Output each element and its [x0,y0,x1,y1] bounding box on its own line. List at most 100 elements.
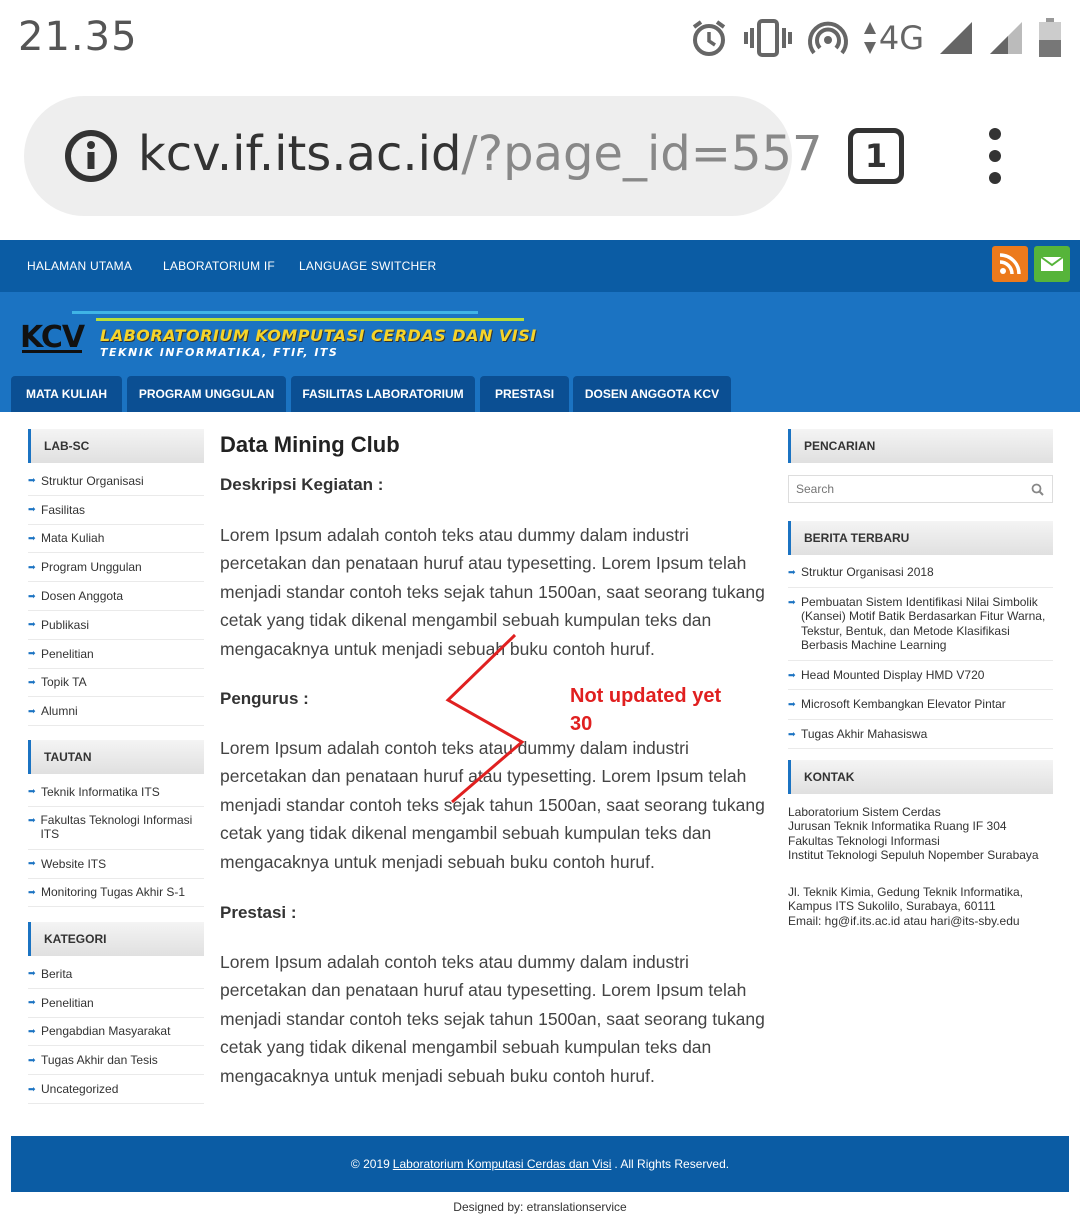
annotation-line: Not updated yet [570,685,722,707]
nav-halaman-utama[interactable]: HALAMAN UTAMA [27,259,132,273]
mail-icon [1040,256,1064,271]
list-item[interactable]: ➡ Pengabdian Masyarakat [28,1018,204,1047]
list-item[interactable]: ➡ Teknik Informatika ITS [28,778,204,807]
news-item[interactable]: ➡ Microsoft Kembangkan Elevator Pintar [788,690,1053,720]
list-item-label: Topik TA [41,675,87,690]
site-footer: © 2019 Laboratorium Komputasi Cerdas dan… [11,1136,1069,1192]
arrow-icon: ➡ [28,858,36,869]
main-navigation: MATA KULIAH PROGRAM UNGGULAN FASILITAS L… [0,376,1080,412]
section-heading-deskripsi: Deskripsi Kegiatan : [220,475,384,494]
url-host: kcv.if.its.ac.id [138,126,462,182]
arrow-icon: ➡ [28,814,36,825]
top-navigation: HALAMAN UTAMA LABORATORIUM IF LANGUAGE S… [0,240,1080,292]
list-item[interactable]: ➡ Publikasi [28,611,204,640]
arrow-icon: ➡ [28,676,36,687]
list-item[interactable]: ➡ Struktur Organisasi [28,467,204,496]
contact-line: Email: hg@if.its.ac.id atau hari@its-sby… [788,913,1020,928]
arrow-icon: ➡ [28,532,36,543]
list-item-label: Pengabdian Masyarakat [41,1024,171,1039]
rss-button[interactable] [992,246,1028,282]
arrow-icon: ➡ [28,997,36,1008]
list-item[interactable]: ➡ Tugas Akhir dan Tesis [28,1046,204,1076]
tab-program-unggulan[interactable]: PROGRAM UNGGULAN [127,376,286,412]
arrow-icon: ➡ [28,705,36,716]
arrow-icon: ➡ [28,561,36,572]
list-item-label: Alumni [41,704,78,719]
news-item[interactable]: ➡ Head Mounted Display HMD V720 [788,661,1053,690]
list-item[interactable]: ➡ Topik TA [28,669,204,698]
contact-line: Jurusan Teknik Informatika Ruang IF 304 [788,819,1007,834]
list-item[interactable]: ➡ Program Unggulan [28,553,204,583]
site-title[interactable]: LABORATORIUM KOMPUTASI CERDAS DAN VISI [100,326,537,345]
news-item-label: Tugas Akhir Mahasiswa [801,726,928,741]
list-item[interactable]: ➡ Fasilitas [28,496,204,525]
news-item-label: Microsoft Kembangkan Elevator Pintar [801,697,1006,711]
nav-laboratorium-if[interactable]: LABORATORIUM IF [163,259,275,273]
overflow-menu-button[interactable] [980,128,1010,184]
news-item-label: Head Mounted Display HMD V720 [801,667,985,682]
list-item[interactable]: ➡ Berita [28,960,204,989]
list-item[interactable]: ➡ Website ITS [28,850,204,879]
copyright-suffix: . All Rights Reserved. [614,1157,730,1171]
contact-location: Jl. Teknik Kimia, Gedung Teknik Informat… [788,885,1053,928]
list-item[interactable]: ➡ Penelitian [28,640,204,669]
widget-title-pencarian: PENCARIAN [788,429,1053,463]
arrow-icon: ➡ [28,1054,36,1065]
designed-by: Designed by: etranslationservice [453,1200,627,1214]
news-item[interactable]: ➡ Tugas Akhir Mahasiswa [788,720,1053,749]
tab-dosen-anggota-kcv[interactable]: DOSEN ANGGOTA KCV [573,376,731,412]
copyright-prefix: © 2019 [350,1157,390,1171]
contact-line: Institut Teknologi Sepuluh Nopember Sura… [788,848,1039,863]
list-item[interactable]: ➡ Penelitian [28,989,204,1018]
contact-line: Jl. Teknik Kimia, Gedung Teknik Informat… [788,885,1023,899]
hotspot-icon [807,21,848,55]
contact-line: Kampus ITS Sukolilo, Surabaya, 60111 [788,899,996,914]
list-item-label: Website ITS [41,856,107,871]
search-input[interactable] [789,476,1009,502]
section-heading-prestasi: Prestasi : [220,903,297,922]
address-bar[interactable]: kcv.if.its.ac.id/?page_id=557 [24,96,823,216]
tautan-list: ➡ Teknik Informatika ITS ➡ Fakultas Teknol… [28,778,204,908]
search-icon[interactable] [1031,483,1044,496]
arrow-icon: ➡ [28,1083,36,1094]
logo-decoration [72,311,478,314]
status-time: 21.35 [18,14,138,60]
page-title: Data Mining Club [220,432,400,457]
tab-fasilitas-laboratorium[interactable]: FASILITAS LABORATORIUM [291,376,475,412]
signal-icon [940,22,972,54]
nav-language-switcher[interactable]: LANGUAGE SWITCHER [299,259,436,273]
list-item[interactable]: ➡ Monitoring Tugas Akhir S-1 [28,879,204,908]
arrow-icon: ➡ [28,968,36,979]
arrow-icon: ➡ [28,475,36,486]
list-item[interactable]: ➡ Dosen Anggota [28,582,204,611]
url-path: /?page_id=557 [461,126,823,182]
annotation-zigzag [445,633,525,804]
list-item[interactable]: ➡ Alumni [28,697,204,727]
list-item[interactable]: ➡ Mata Kuliah [28,525,204,554]
list-item-label: Fasilitas [41,502,86,517]
contact-line: Fakultas Teknologi Informasi [788,833,940,848]
logo-decoration [22,350,82,353]
tab-prestasi[interactable]: PRESTASI [480,376,569,412]
list-item-label: Program Unggulan [41,560,142,575]
tab-mata-kuliah[interactable]: MATA KULIAH [11,376,122,412]
news-item-label: Struktur Organisasi 2018 [801,565,934,579]
footer-link[interactable]: Laboratorium Komputasi Cerdas dan Visi [393,1157,612,1171]
arrow-icon: ➡ [788,699,796,709]
contact-line: Laboratorium Sistem Cerdas [788,805,941,819]
annotation-note: Not updated yet 30 [570,682,721,738]
info-icon[interactable] [64,129,118,183]
url-text[interactable]: kcv.if.its.ac.id/?page_id=557 [138,126,823,182]
news-item[interactable]: ➡ Struktur Organisasi 2018 [788,558,1053,588]
battery-icon [1039,18,1061,57]
email-button[interactable] [1034,246,1070,282]
arrow-icon: ➡ [28,590,36,601]
tab-switcher-button[interactable]: 1 [848,128,904,184]
list-item[interactable]: ➡ Fakultas Teknologi Informasi ITS [28,807,204,850]
list-item-label: Publikasi [41,617,90,632]
data-arrows-icon [863,22,876,54]
list-item-label: Tugas Akhir dan Tesis [41,1053,158,1068]
search-box[interactable] [788,475,1053,503]
news-item[interactable]: ➡ Pembuatan Sistem Identifikasi Nilai Sim… [788,588,1053,661]
list-item[interactable]: ➡ Uncategorized [28,1075,204,1104]
